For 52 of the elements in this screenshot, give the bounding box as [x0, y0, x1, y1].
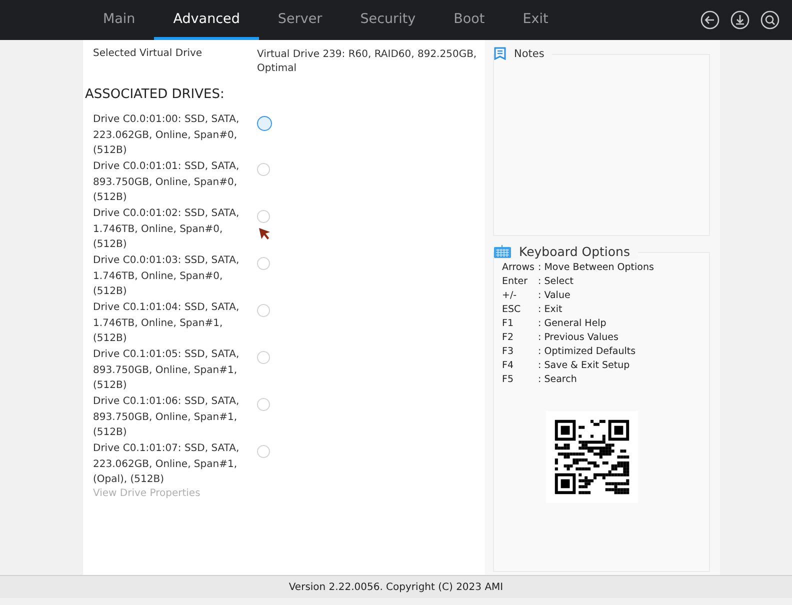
back-icon[interactable]	[700, 10, 720, 30]
radio-button[interactable]	[257, 257, 270, 270]
drive-label: Drive C0.0:01:01: SSD, SATA, 893.750GB, Online, Span#0, (512B)	[93, 160, 240, 205]
download-icon[interactable]	[730, 10, 750, 30]
shortcut-key: F1	[502, 317, 538, 331]
shortcut-action: : Save & Exit Setup	[538, 359, 630, 373]
radio-button[interactable]	[257, 163, 270, 176]
qr-code-icon	[546, 411, 638, 503]
drive-label: Drive C0.0:01:02: SSD, SATA, 1.746TB, Online, Span#0, (512B)	[93, 207, 240, 252]
shortcut-action: : Exit	[538, 303, 562, 317]
keyboard-icon	[494, 245, 511, 258]
shortcut-action: : Move Between Options	[538, 261, 654, 275]
drive-label: Drive C0.1:01:05: SSD, SATA, 893.750GB, Online, Span#1, (512B)	[93, 348, 240, 393]
shortcut-key: ESC	[502, 303, 538, 317]
menu-tab[interactable]: Security	[341, 0, 435, 40]
shortcut-action: : General Help	[538, 317, 606, 331]
menu-tab[interactable]: Exit	[504, 0, 568, 40]
shortcut-key: F3	[502, 345, 538, 359]
search-icon[interactable]	[760, 10, 780, 30]
version-text: Version 2.22.0056. Copyright (C) 2023 AMI	[288, 582, 504, 592]
radio-button[interactable]	[257, 210, 270, 223]
panel-title: Notes	[514, 48, 544, 60]
drive-label: Drive C0.1:01:07: SSD, SATA, 223.062GB, Online, Span#1, (Opal), (512B)	[93, 442, 240, 487]
radio-button[interactable]	[257, 304, 270, 317]
radio-button[interactable]	[257, 351, 270, 364]
field-label: Selected Virtual Drive	[93, 48, 204, 61]
shortcut-key: Enter	[502, 275, 538, 289]
drive-label: Drive C0.1:01:06: SSD, SATA, 893.750GB, Online, Span#1, (512B)	[93, 395, 240, 440]
menu-tab[interactable]: Boot	[434, 0, 504, 40]
panel-title: Keyboard Options	[519, 244, 630, 259]
mouse-cursor-icon	[258, 227, 272, 241]
drive-label: Drive C0.0:01:03: SSD, SATA, 1.746TB, Online, Span#0, (512B)	[93, 254, 240, 299]
shortcut-key: F5	[502, 373, 538, 387]
shortcut-action: : Value	[538, 289, 570, 303]
field-value: Virtual Drive 239: R60, RAID60, 892.250GB, Optimal	[257, 48, 477, 76]
drive-label: Drive C0.1:01:04: SSD, SATA, 1.746TB, Online, Span#1, (512B)	[93, 301, 240, 346]
notes-icon	[494, 47, 506, 60]
shortcut-key: +/-	[502, 289, 538, 303]
shortcut-action: : Optimized Defaults	[538, 345, 636, 359]
section-title: ASSOCIATED DRIVES:	[85, 87, 226, 102]
shortcut-key: Arrows	[502, 261, 538, 275]
shortcut-action: : Previous Values	[538, 331, 618, 345]
radio-button[interactable]	[257, 398, 270, 411]
radio-button[interactable]	[257, 116, 272, 131]
shortcut-action: : Search	[538, 373, 577, 387]
shortcut-key: F4	[502, 359, 538, 373]
menu-tab[interactable]: Main	[84, 0, 154, 40]
drive-label: Drive C0.0:01:00: SSD, SATA, 223.062GB, Online, Span#0, (512B)	[93, 113, 240, 158]
shortcut-action: : Select	[538, 275, 574, 289]
menu-tab[interactable]: Server	[258, 0, 342, 40]
radio-button[interactable]	[257, 445, 270, 458]
shortcut-key: F2	[502, 331, 538, 345]
